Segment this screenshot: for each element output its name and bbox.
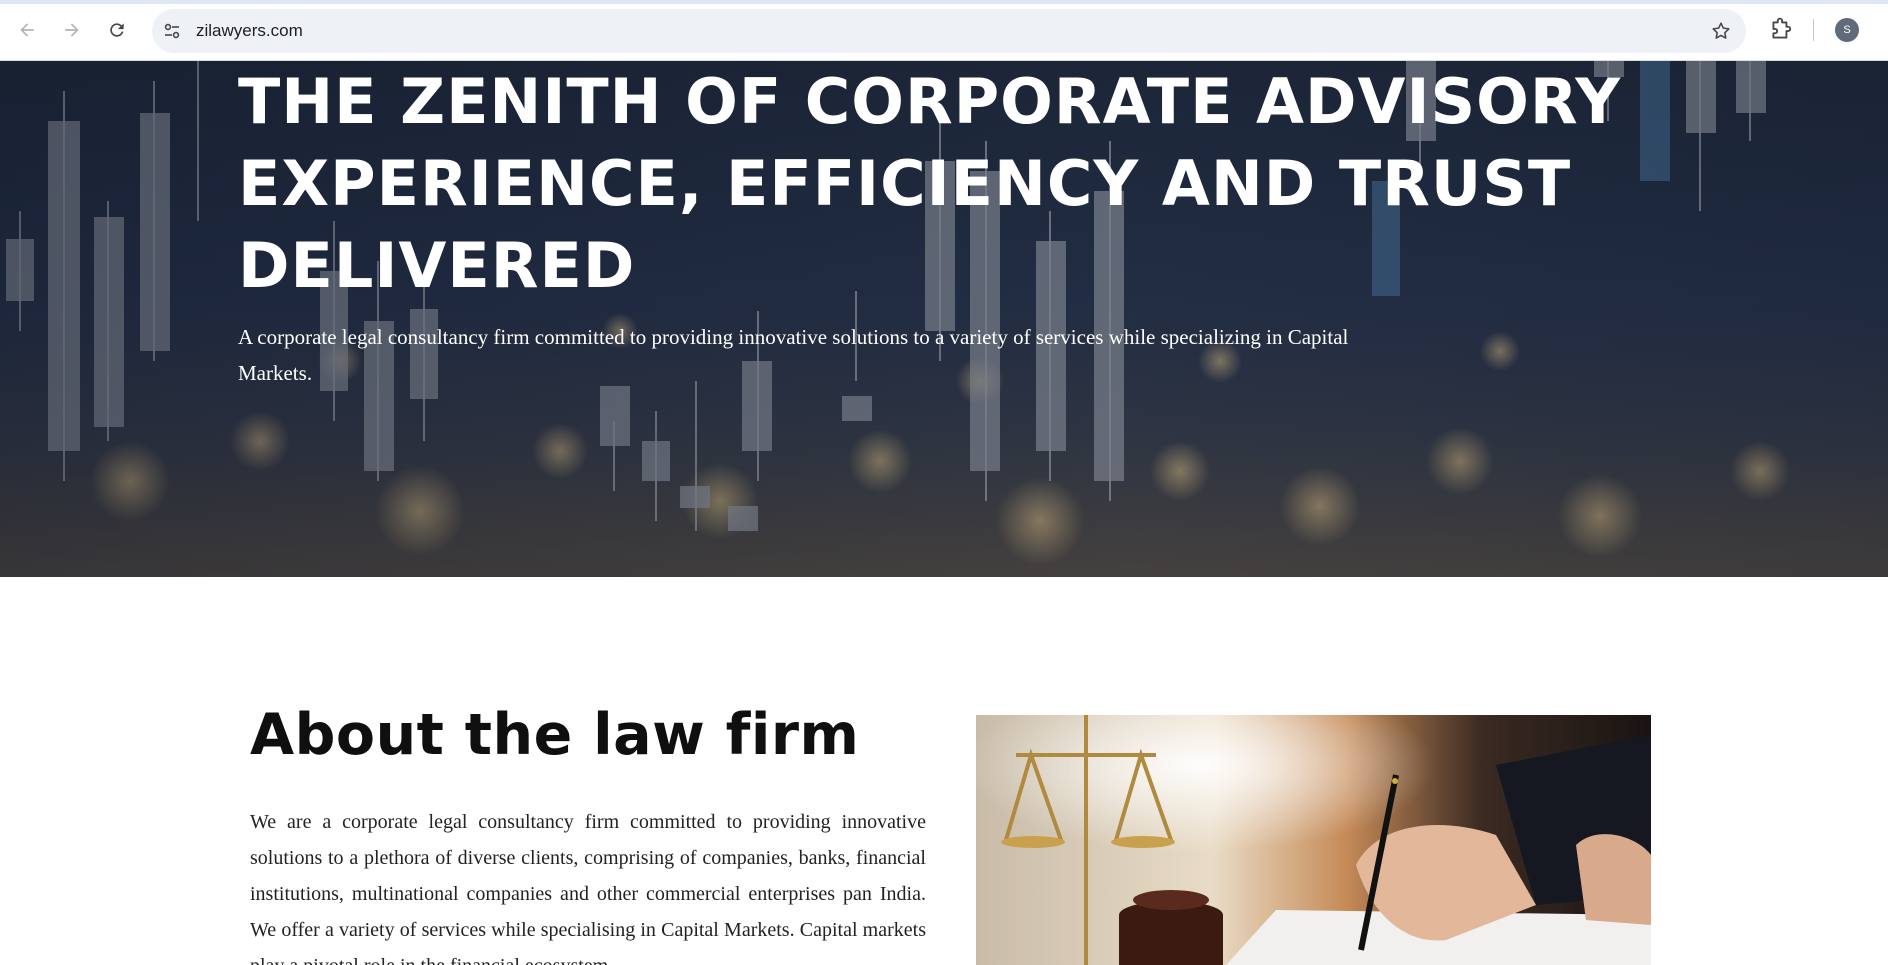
- back-arrow-icon: [20, 23, 34, 37]
- hero-title-line: DELIVERED: [238, 229, 636, 302]
- toolbar-separator: [1813, 19, 1814, 41]
- forward-button[interactable]: [56, 14, 88, 46]
- hero-section: THE ZENITH OF CORPORATE ADVISORY EXPERIE…: [0, 61, 1888, 577]
- hero-subtitle: A corporate legal consultancy firm commi…: [238, 325, 1349, 385]
- about-title: About the law firm: [250, 702, 860, 768]
- site-settings-icon[interactable]: [162, 21, 182, 41]
- scales-of-justice-photo: [976, 715, 1651, 965]
- forward-arrow-icon: [65, 23, 79, 37]
- hero-title-line: EXPERIENCE, EFFICIENCY AND TRUST: [238, 147, 1572, 220]
- reload-button[interactable]: [101, 14, 133, 46]
- url-text[interactable]: zilawyers.com: [196, 21, 303, 41]
- extensions-icon[interactable]: [1768, 17, 1794, 43]
- law-firm-image: [976, 715, 1651, 965]
- tab-strip-edge: [0, 0, 1888, 4]
- bookmark-star-icon[interactable]: [1710, 20, 1732, 42]
- hero-title-line: THE ZENITH OF CORPORATE ADVISORY: [238, 65, 1622, 138]
- reload-icon: [110, 23, 124, 37]
- address-bar[interactable]: zilawyers.com: [152, 9, 1746, 53]
- hero-title: THE ZENITH OF CORPORATE ADVISORY EXPERIE…: [238, 61, 1758, 307]
- back-button[interactable]: [11, 14, 43, 46]
- browser-toolbar: zilawyers.com S: [0, 0, 1888, 61]
- profile-avatar[interactable]: S: [1835, 18, 1859, 42]
- about-body-text: We are a corporate legal consultancy fir…: [250, 811, 926, 965]
